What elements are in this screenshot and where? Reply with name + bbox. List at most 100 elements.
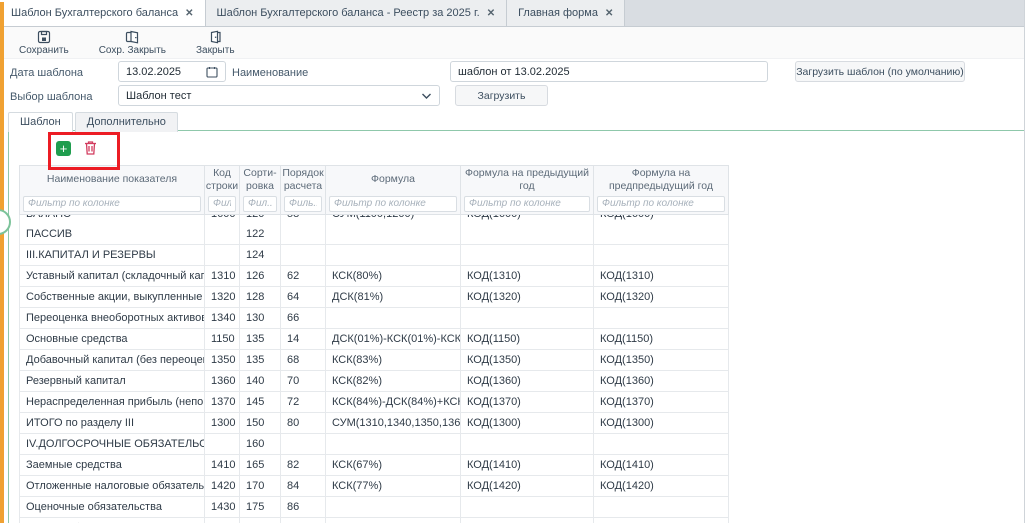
calendar-icon[interactable]	[206, 66, 218, 78]
tab-template[interactable]: Шаблон	[8, 112, 73, 132]
column-filter-input[interactable]	[597, 196, 725, 212]
table-row[interactable]: Добавочный капитал (без переоценки)13501…	[20, 350, 728, 371]
grid-cell	[281, 434, 326, 454]
grid-cell: КСК(77%)	[326, 476, 461, 496]
plus-icon: +	[60, 143, 68, 155]
grid-cell	[205, 224, 240, 244]
table-row[interactable]: III.КАПИТАЛ И РЕЗЕРВЫ124	[20, 245, 728, 266]
name-label: Наименование	[232, 67, 308, 79]
table-row[interactable]: Оценочные обязательства143017586	[20, 497, 728, 518]
grid-cell: ИТОГО по разделу III	[20, 413, 205, 433]
close-label: Закрыть	[196, 45, 235, 56]
grid-cell: КОД(1310)	[461, 266, 594, 286]
grid-cell: КОД(1410)	[594, 455, 728, 475]
chevron-down-icon[interactable]	[421, 92, 432, 100]
window-tab-balance-template[interactable]: Шаблон Бухгалтерского баланса ✕	[0, 0, 206, 26]
filter-cell	[461, 193, 594, 214]
grid-cell: КОД(1420)	[594, 476, 728, 496]
grid-cell: 66	[281, 308, 326, 328]
column-filter-input[interactable]	[208, 196, 236, 212]
table-row[interactable]: Переоценка внеоборотных активов134013066	[20, 308, 728, 329]
close-tab-icon[interactable]: ✕	[185, 8, 193, 19]
save-label: Сохранить	[19, 45, 69, 56]
add-row-button[interactable]: +	[56, 141, 71, 156]
grid-cell: 120	[240, 215, 281, 224]
delete-row-button[interactable]	[83, 140, 100, 157]
column-filter-input[interactable]	[329, 196, 457, 212]
grid-cell: КОД(1320)	[594, 287, 728, 307]
grid-cell: Основные средства	[20, 329, 205, 349]
save-close-icon	[125, 30, 140, 44]
close-button[interactable]: Закрыть	[193, 29, 238, 57]
table-row[interactable]: Нераспределенная прибыль (непокрыт...137…	[20, 392, 728, 413]
column-header[interactable]: Формула	[326, 166, 461, 193]
window-tab-bar: Шаблон Бухгалтерского баланса ✕ Шаблон Б…	[0, 0, 1024, 27]
grid-cell: 80	[281, 413, 326, 433]
table-row[interactable]: Отложенные налоговые обязательства142017…	[20, 476, 728, 497]
grid-cell: СУМ(1310,1340,1350,1360,1...	[326, 413, 461, 433]
window-tab-main-form[interactable]: Главная форма ✕	[507, 0, 625, 26]
grid-cell	[594, 308, 728, 328]
column-header[interactable]: Формула на предпредыдущий год	[594, 166, 728, 193]
grid-cell: КОД(1350)	[594, 350, 728, 370]
column-filter-input[interactable]	[23, 196, 201, 212]
grid-cell: КСК(82%)	[326, 371, 461, 391]
grid-cell: 122	[240, 224, 281, 244]
template-date-input[interactable]: 13.02.2025	[118, 61, 226, 82]
table-row[interactable]: БАЛАНС160012058СУМ(1100,1200)КОД(1600)КО…	[20, 215, 728, 224]
grid-cell: Отложенные налоговые обязательства	[20, 476, 205, 496]
grid-cell: КОД(1600)	[594, 215, 728, 224]
main-toolbar: Сохранить Сохр. Закрыть Закрыть	[0, 27, 1024, 59]
table-row[interactable]: IV.ДОЛГОСРОЧНЫЕ ОБЯЗАТЕЛЬСТВА160	[20, 434, 728, 455]
grid-cell: КОД(1150)	[461, 329, 594, 349]
template-select[interactable]: Шаблон тест	[118, 85, 440, 106]
grid-cell: ДСК(01%)-КСК(01%)-КСК(02...	[326, 329, 461, 349]
grid-cell: КОД(1370)	[461, 392, 594, 412]
column-filter-input[interactable]	[243, 196, 277, 212]
grid-cell: 124	[240, 245, 281, 265]
window-tab-registry-2025[interactable]: Шаблон Бухгалтерского баланса - Реестр з…	[206, 0, 508, 26]
grid-cell	[461, 224, 594, 244]
filter-cell	[20, 193, 205, 214]
table-row[interactable]: ИТОГО по разделу III130015080СУМ(1310,13…	[20, 413, 728, 434]
grid-cell: КОД(1360)	[461, 371, 594, 391]
grid-cell	[326, 308, 461, 328]
tab-additional[interactable]: Дополнительно	[75, 112, 178, 132]
load-default-template-button[interactable]: Загрузить шаблон (по умолчанию)	[795, 61, 965, 82]
save-and-close-button[interactable]: Сохр. Закрыть	[96, 29, 169, 57]
table-row[interactable]: Резервный капитал136014070КСК(82%)КОД(13…	[20, 371, 728, 392]
close-tab-icon[interactable]: ✕	[487, 8, 495, 19]
column-filter-input[interactable]	[464, 196, 590, 212]
name-input[interactable]: шаблон от 13.02.2025	[450, 61, 768, 82]
clipped-table-row[interactable]: БАЛАНС160012058СУМ(1100,1200)КОД(1600)КО…	[20, 215, 728, 224]
table-row[interactable]: Собственные акции, выкупленные у ак...13…	[20, 287, 728, 308]
filter-cell	[326, 193, 461, 214]
column-header[interactable]: Сорти-ровка	[240, 166, 281, 193]
grid-cell: КОД(1410)	[461, 455, 594, 475]
grid-cell	[326, 518, 461, 523]
table-row[interactable]: Основные средства115013514ДСК(01%)-КСК(0…	[20, 329, 728, 350]
grid-cell: 62	[281, 266, 326, 286]
grid-cell	[461, 308, 594, 328]
grid-cell: 82	[281, 455, 326, 475]
column-header[interactable]: Формула на предыдущий год	[461, 166, 594, 193]
grid-cell: Переоценка внеоборотных активов	[20, 308, 205, 328]
table-row[interactable]: ПАССИВ122	[20, 224, 728, 245]
grid-cell: СУМ(1100,1200)	[326, 215, 461, 224]
table-row[interactable]: Прочие обязательства145018088	[20, 518, 728, 523]
column-header[interactable]: Код строки	[205, 166, 240, 193]
grid-cell	[594, 497, 728, 517]
table-row[interactable]: Заемные средства141016582КСК(67%)КОД(141…	[20, 455, 728, 476]
grid-cell	[205, 434, 240, 454]
table-row[interactable]: Уставный капитал (складочный капита...13…	[20, 266, 728, 287]
grid-cell: Нераспределенная прибыль (непокрыт...	[20, 392, 205, 412]
column-header[interactable]: Порядок расчета	[281, 166, 326, 193]
grid-cell: КОД(1350)	[461, 350, 594, 370]
close-tab-icon[interactable]: ✕	[605, 8, 613, 19]
save-button[interactable]: Сохранить	[16, 29, 72, 57]
column-header[interactable]: Наименование показателя	[20, 166, 205, 193]
filter-cell	[240, 193, 281, 214]
template-select-value: Шаблон тест	[126, 90, 191, 102]
column-filter-input[interactable]	[284, 196, 322, 212]
load-button[interactable]: Загрузить	[455, 85, 548, 106]
